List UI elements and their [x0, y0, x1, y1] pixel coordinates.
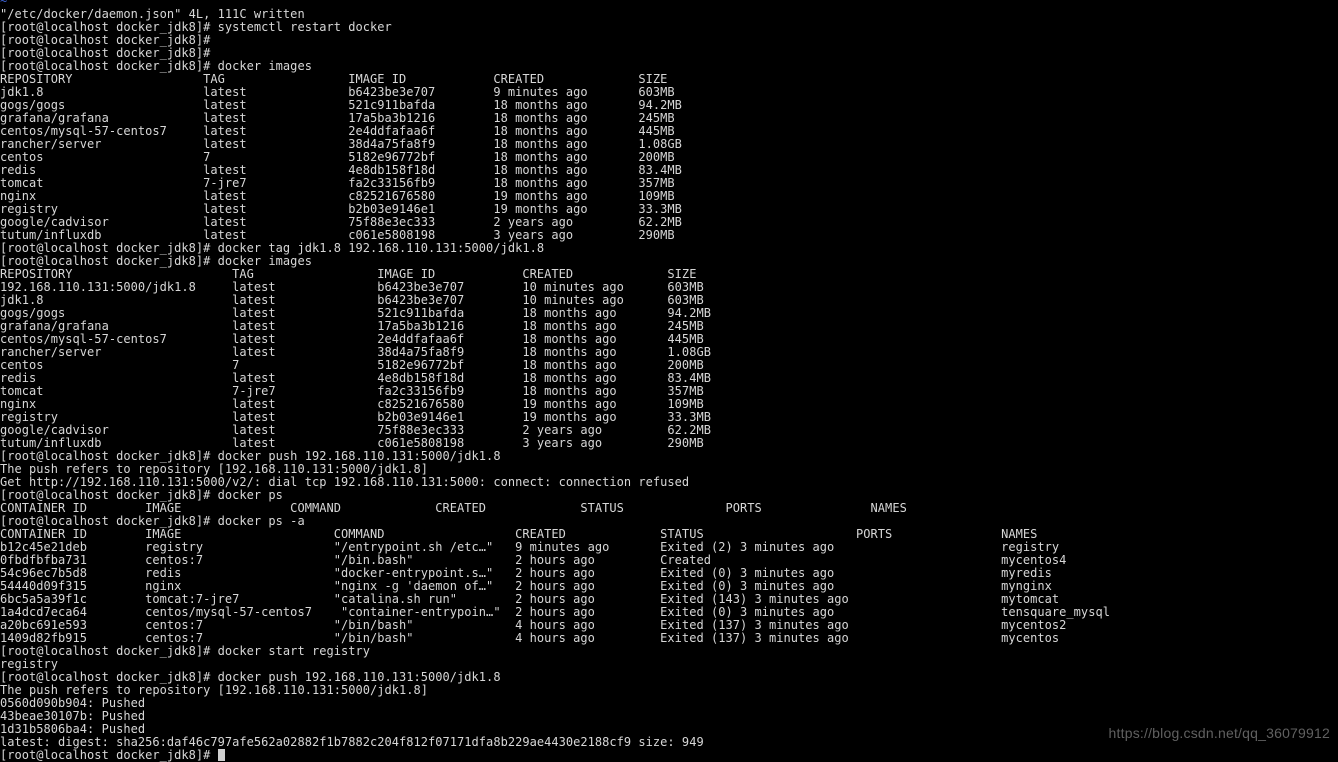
line-text: grafana/grafana latest 17a5ba3b1216 18 m… — [0, 319, 704, 333]
line-text: [root@localhost docker_jdk8]# — [0, 46, 211, 60]
line-text: [root@localhost docker_jdk8]# docker pus… — [0, 670, 501, 684]
line-text: registry latest b2b03e9146e1 19 months a… — [0, 410, 711, 424]
line-text: redis latest 4e8db158f18d 18 months ago … — [0, 163, 682, 177]
line-text: REPOSITORY TAG IMAGE ID CREATED SIZE — [0, 267, 697, 281]
line-text: tomcat 7-jre7 fa2c33156fb9 18 months ago… — [0, 176, 675, 190]
line-text: REPOSITORY TAG IMAGE ID CREATED SIZE — [0, 72, 668, 86]
line-text: redis latest 4e8db158f18d 18 months ago … — [0, 371, 711, 385]
line-text: gogs/gogs latest 521c911bafda 18 months … — [0, 98, 682, 112]
line-text: centos/mysql-57-centos7 latest 2e4ddfafa… — [0, 332, 704, 346]
terminal-screen[interactable]: ~ "/etc/docker/daemon.json" 4L, 111C writ… — [0, 0, 1338, 762]
line-text: jdk1.8 latest b6423be3e707 9 minutes ago… — [0, 85, 675, 99]
line-text: 192.168.110.131:5000/jdk1.8 latest b6423… — [0, 280, 704, 294]
line-text: centos/mysql-57-centos7 latest 2e4ddfafa… — [0, 124, 675, 138]
line-text: jdk1.8 latest b6423be3e707 10 minutes ag… — [0, 293, 704, 307]
line-text: The push refers to repository [192.168.1… — [0, 683, 429, 697]
line-text: [root@localhost docker_jdk8]# docker sta… — [0, 644, 370, 658]
line-text: Get http://192.168.110.131:5000/v2/: dia… — [0, 475, 690, 489]
line-text: The push refers to repository [192.168.1… — [0, 462, 429, 476]
terminal-window[interactable]: ~ "/etc/docker/daemon.json" 4L, 111C writ… — [0, 0, 1338, 762]
line-text: 1409d82fb915 centos:7 "/bin/bash" 4 hour… — [0, 631, 1060, 645]
line-text: registry — [0, 657, 59, 671]
output-line: The push refers to repository [192.168.1… — [0, 684, 1338, 697]
text-cursor — [217, 749, 225, 761]
output-line: 0560d090b904: Pushed — [0, 697, 1338, 710]
line-text: grafana/grafana latest 17a5ba3b1216 18 m… — [0, 111, 675, 125]
command-line: [root@localhost docker_jdk8]# docker sta… — [0, 645, 1338, 658]
line-text: 0fbdfbfba731 centos:7 "/bin.bash" 2 hour… — [0, 553, 1067, 567]
output-line: 43beae30107b: Pushed — [0, 710, 1338, 723]
line-text: nginx latest c82521676580 19 months ago … — [0, 189, 675, 203]
line-text: registry latest b2b03e9146e1 19 months a… — [0, 202, 682, 216]
line-text: google/cadvisor latest 75f88e3ec333 2 ye… — [0, 215, 682, 229]
line-text: centos 7 5182e96772bf 18 months ago 200M… — [0, 150, 675, 164]
line-text: rancher/server latest 38d4a75fa8f9 18 mo… — [0, 345, 711, 359]
line-text: tutum/influxdb latest c061e5808198 3 yea… — [0, 436, 704, 450]
line-text: [root@localhost docker_jdk8]# docker ps — [0, 488, 283, 502]
line-text: CONTAINER ID IMAGE COMMAND CREATED STATU… — [0, 527, 1038, 541]
line-text: nginx latest c82521676580 19 months ago … — [0, 397, 704, 411]
line-text: "/etc/docker/daemon.json" 4L, 111C writt… — [0, 7, 305, 21]
line-text: 54c96ec7b5d8 redis "docker-entrypoint.s…… — [0, 566, 1052, 580]
line-text: 0560d090b904: Pushed — [0, 696, 146, 710]
line-text: [root@localhost docker_jdk8]# docker ps … — [0, 514, 305, 528]
line-text: [root@localhost docker_jdk8]# systemctl … — [0, 20, 392, 34]
line-text: 6bc5a5a39f1c tomcat:7-jre7 "catalina.sh … — [0, 592, 1060, 606]
line-text: google/cadvisor latest 75f88e3ec333 2 ye… — [0, 423, 711, 437]
line-text: tomcat 7-jre7 fa2c33156fb9 18 months ago… — [0, 384, 704, 398]
line-text: centos 7 5182e96772bf 18 months ago 200M… — [0, 358, 704, 372]
line-text: a20bc691e593 centos:7 "/bin/bash" 4 hour… — [0, 618, 1067, 632]
shell-prompt: [root@localhost docker_jdk8]# — [0, 748, 218, 762]
line-text: rancher/server latest 38d4a75fa8f9 18 mo… — [0, 137, 682, 151]
line-text: [root@localhost docker_jdk8]# docker pus… — [0, 449, 501, 463]
line-text: latest: digest: sha256:daf46c797afe562a0… — [0, 735, 704, 749]
line-text: 54440d09f315 nginx "nginx -g 'daemon of…… — [0, 579, 1052, 593]
line-text: [root@localhost docker_jdk8]# docker ima… — [0, 59, 312, 73]
line-text: 1d31b5806ba4: Pushed — [0, 722, 146, 736]
line-text: 43beae30107b: Pushed — [0, 709, 146, 723]
line-text: b12c45e21deb registry "/entrypoint.sh /e… — [0, 540, 1060, 554]
line-text: 1a4dcd7eca64 centos/mysql-57-centos7 "co… — [0, 605, 1110, 619]
line-text: [root@localhost docker_jdk8]# docker ima… — [0, 254, 312, 268]
line-text: CONTAINER ID IMAGE COMMAND CREATED STATU… — [0, 501, 907, 515]
line-text: [root@localhost docker_jdk8]# — [0, 33, 211, 47]
line-text: [root@localhost docker_jdk8]# docker tag… — [0, 241, 545, 255]
active-prompt-line[interactable]: [root@localhost docker_jdk8]# — [0, 749, 1338, 762]
watermark-url: https://blog.csdn.net/qq_36079912 — [1108, 725, 1330, 741]
line-text: gogs/gogs latest 521c911bafda 18 months … — [0, 306, 711, 320]
line-text: tutum/influxdb latest c061e5808198 3 yea… — [0, 228, 675, 242]
